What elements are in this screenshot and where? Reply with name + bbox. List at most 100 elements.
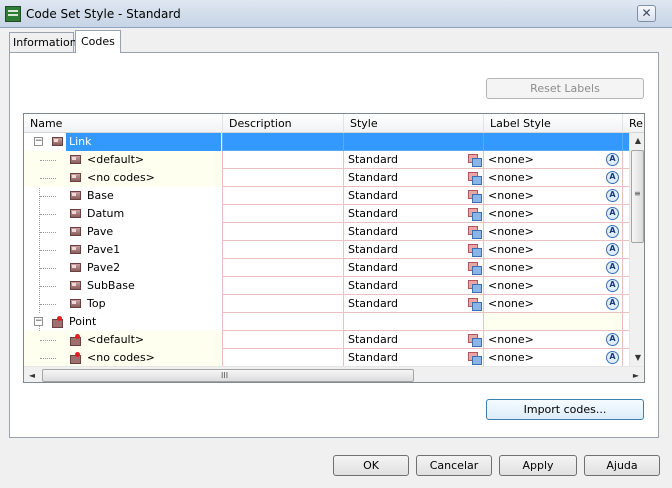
style-picker-icon[interactable] <box>468 280 482 293</box>
style-picker-icon[interactable] <box>468 190 482 203</box>
label-style-picker-icon[interactable] <box>605 189 619 202</box>
style-picker-icon[interactable] <box>468 244 482 257</box>
table-row[interactable]: Pave Standard <none> <box>24 223 630 241</box>
table-row[interactable]: SubBase Standard <none> <box>24 277 630 295</box>
label-style-cell[interactable] <box>484 313 623 331</box>
table-row[interactable]: <default> Standard <none> <box>24 151 630 169</box>
description-cell[interactable] <box>223 151 344 169</box>
scroll-left-arrow-icon[interactable]: ◄ <box>24 367 40 382</box>
tree-line <box>40 250 56 251</box>
style-cell[interactable]: Standard <box>344 241 484 259</box>
style-picker-icon[interactable] <box>468 262 482 275</box>
table-row[interactable]: <default> Standard <none> <box>24 331 630 349</box>
style-picker-icon[interactable] <box>468 172 482 185</box>
vertical-scrollbar[interactable]: ▲ ≡ ▼ <box>629 133 644 366</box>
table-row[interactable]: <no codes> Standard <none> <box>24 349 630 366</box>
table-row[interactable]: − Point <box>24 313 630 331</box>
label-style-picker-icon[interactable] <box>605 297 619 310</box>
column-header-name[interactable]: Name <box>24 114 223 133</box>
style-cell[interactable]: Standard <box>344 295 484 313</box>
description-cell[interactable] <box>223 241 344 259</box>
label-style-cell[interactable]: <none> <box>484 349 623 366</box>
style-picker-icon[interactable] <box>468 226 482 239</box>
reset-labels-button[interactable]: Reset Labels <box>486 78 644 99</box>
tab-information[interactable]: Information <box>9 32 77 52</box>
scroll-down-arrow-icon[interactable]: ▼ <box>630 350 644 366</box>
style-picker-icon[interactable] <box>468 154 482 167</box>
label-style-cell[interactable]: <none> <box>484 187 623 205</box>
description-cell[interactable] <box>223 349 344 366</box>
description-cell[interactable] <box>223 313 344 331</box>
style-value: Standard <box>348 243 399 256</box>
collapse-toggle[interactable]: − <box>34 137 43 146</box>
style-cell[interactable]: Standard <box>344 151 484 169</box>
style-cell[interactable]: Standard <box>344 277 484 295</box>
import-codes-button[interactable]: Import codes... <box>486 399 644 420</box>
style-cell[interactable]: Standard <box>344 187 484 205</box>
style-cell[interactable] <box>344 313 484 331</box>
table-row[interactable]: Pave1 Standard <none> <box>24 241 630 259</box>
scroll-up-arrow-icon[interactable]: ▲ <box>630 133 644 149</box>
label-style-picker-icon[interactable] <box>605 333 619 346</box>
label-style-cell[interactable]: <none> <box>484 277 623 295</box>
horizontal-scrollbar[interactable]: ◄ III ► <box>24 366 644 382</box>
style-cell[interactable]: Standard <box>344 349 484 366</box>
description-cell[interactable] <box>223 169 344 187</box>
label-style-picker-icon[interactable] <box>605 351 619 364</box>
label-style-picker-icon[interactable] <box>605 279 619 292</box>
column-header-style[interactable]: Style <box>344 114 484 133</box>
label-style-cell[interactable]: <none> <box>484 205 623 223</box>
description-cell[interactable] <box>223 295 344 313</box>
table-row[interactable]: Top Standard <none> <box>24 295 630 313</box>
vertical-scroll-thumb[interactable]: ≡ <box>631 150 644 243</box>
table-row[interactable]: Base Standard <none> <box>24 187 630 205</box>
table-row[interactable]: Pave2 Standard <none> <box>24 259 630 277</box>
description-cell[interactable] <box>223 133 344 151</box>
style-picker-icon[interactable] <box>468 352 482 365</box>
scroll-right-arrow-icon[interactable]: ► <box>628 367 644 382</box>
column-header-label-style[interactable]: Label Style <box>484 114 623 133</box>
label-style-cell[interactable]: <none> <box>484 295 623 313</box>
style-picker-icon[interactable] <box>468 298 482 311</box>
label-style-cell[interactable]: <none> <box>484 223 623 241</box>
ok-button[interactable]: OK <box>333 455 409 476</box>
label-style-picker-icon[interactable] <box>605 225 619 238</box>
description-cell[interactable] <box>223 205 344 223</box>
label-style-cell[interactable]: <none> <box>484 259 623 277</box>
label-style-picker-icon[interactable] <box>605 261 619 274</box>
tab-codes[interactable]: Codes <box>75 30 121 53</box>
table-row[interactable]: Datum Standard <none> <box>24 205 630 223</box>
style-cell[interactable]: Standard <box>344 169 484 187</box>
style-cell[interactable]: Standard <box>344 205 484 223</box>
description-cell[interactable] <box>223 277 344 295</box>
style-picker-icon[interactable] <box>468 334 482 347</box>
label-style-cell[interactable]: <none> <box>484 151 623 169</box>
label-style-cell[interactable]: <none> <box>484 331 623 349</box>
table-row[interactable]: <no codes> Standard <none> <box>24 169 630 187</box>
label-style-picker-icon[interactable] <box>605 207 619 220</box>
label-style-cell[interactable]: <none> <box>484 169 623 187</box>
label-style-picker-icon[interactable] <box>605 153 619 166</box>
description-cell[interactable] <box>223 223 344 241</box>
style-picker-icon[interactable] <box>468 208 482 221</box>
style-cell[interactable]: Standard <box>344 259 484 277</box>
description-cell[interactable] <box>223 187 344 205</box>
close-button[interactable]: ✕ <box>637 5 656 22</box>
label-style-cell[interactable] <box>484 133 623 151</box>
column-header-render[interactable]: Re <box>623 114 644 133</box>
column-header-description[interactable]: Description <box>223 114 344 133</box>
horizontal-scroll-thumb[interactable]: III <box>42 369 414 382</box>
description-cell[interactable] <box>223 259 344 277</box>
cancel-button[interactable]: Cancelar <box>416 455 492 476</box>
style-cell[interactable] <box>344 133 484 151</box>
label-style-picker-icon[interactable] <box>605 171 619 184</box>
label-style-picker-icon[interactable] <box>605 243 619 256</box>
style-cell[interactable]: Standard <box>344 331 484 349</box>
help-button[interactable]: Ajuda <box>584 455 660 476</box>
style-cell[interactable]: Standard <box>344 223 484 241</box>
description-cell[interactable] <box>223 331 344 349</box>
table-row[interactable]: − Link <box>24 133 630 151</box>
label-style-cell[interactable]: <none> <box>484 241 623 259</box>
apply-button[interactable]: Apply <box>499 455 577 476</box>
collapse-toggle[interactable]: − <box>34 317 43 326</box>
